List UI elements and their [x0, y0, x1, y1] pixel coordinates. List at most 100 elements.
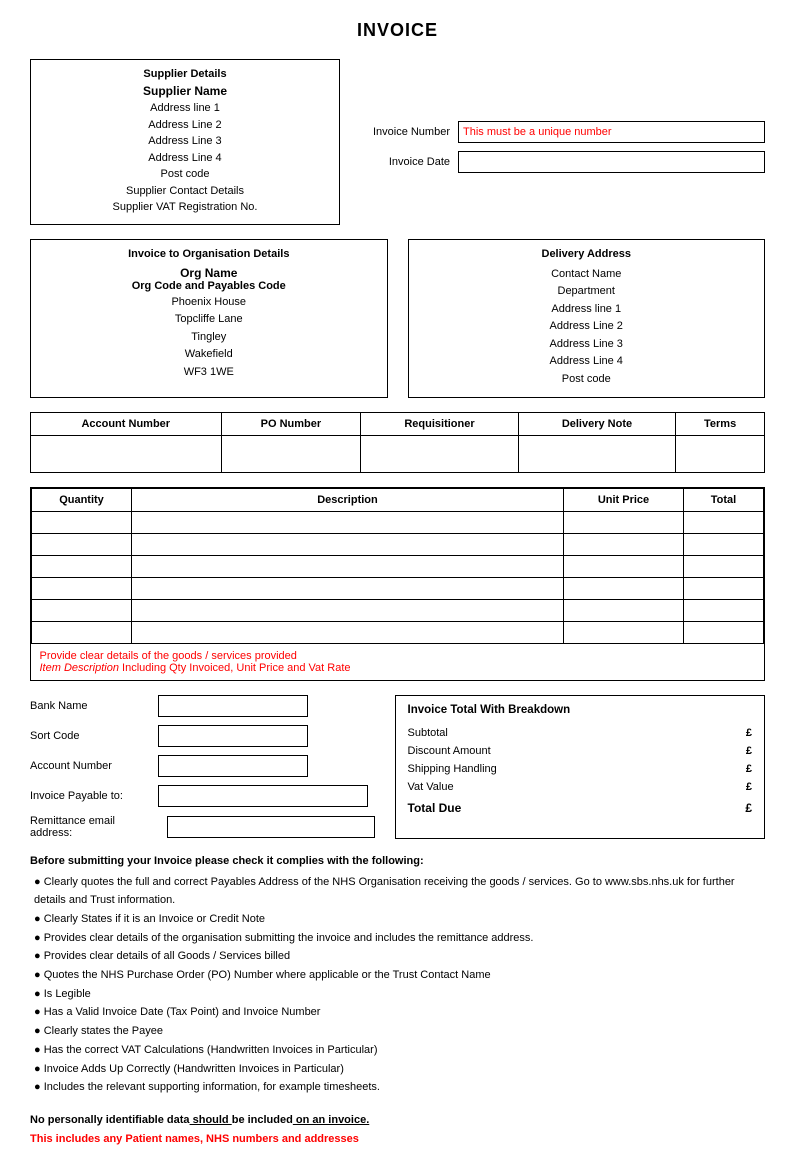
items-cell-desc-1[interactable] [132, 511, 564, 533]
items-cell-total-4[interactable] [684, 577, 764, 599]
middle-section: Invoice to Organisation Details Org Name… [30, 239, 765, 398]
items-cell-qty-3[interactable] [32, 555, 132, 577]
account-number-label: Account Number [30, 760, 150, 772]
supplier-vat: Supplier VAT Registration No. [41, 199, 329, 216]
sort-code-label: Sort Code [30, 730, 150, 742]
items-cell-desc-2[interactable] [132, 533, 564, 555]
checklist-item-4: ● Provides clear details of all Goods / … [30, 947, 765, 966]
footer-bold-text: No personally identifiable data [30, 1114, 190, 1126]
supplier-address-line-4: Address Line 4 [41, 150, 329, 167]
org-addr-3: Tingley [41, 329, 377, 347]
subtotal-row: Subtotal £ [408, 724, 753, 742]
checklist-item-9: ● Has the correct VAT Calculations (Hand… [30, 1041, 765, 1060]
checklist-item-1: ● Clearly quotes the full and correct Pa… [30, 873, 765, 910]
org-code: Org Code and Payables Code [41, 280, 377, 292]
org-addr-2: Topcliffe Lane [41, 311, 377, 329]
org-box-title: Invoice to Organisation Details [41, 248, 377, 260]
footer-be-text: be included [232, 1114, 293, 1126]
items-cell-qty-6[interactable] [32, 621, 132, 643]
invoice-date-input[interactable] [458, 151, 765, 173]
items-cell-desc-6[interactable] [132, 621, 564, 643]
delivery-addr-3: Address Line 3 [419, 336, 755, 354]
items-cell-unit-1[interactable] [564, 511, 684, 533]
items-table: Quantity Description Unit Price Total [31, 488, 764, 680]
items-row-1 [32, 511, 764, 533]
bank-name-label: Bank Name [30, 700, 150, 712]
org-postcode: WF3 1WE [41, 364, 377, 382]
cell-requisitioner[interactable] [361, 435, 518, 472]
items-note-rest: Including Qty Invoiced, Unit Price and V… [119, 662, 351, 674]
items-cell-total-1[interactable] [684, 511, 764, 533]
items-cell-desc-3[interactable] [132, 555, 564, 577]
checklist-item-6: ● Is Legible [30, 985, 765, 1004]
supplier-address-line-3: Address Line 3 [41, 133, 329, 150]
items-note-row: Provide clear details of the goods / ser… [32, 643, 764, 680]
shipping-row: Shipping Handling £ [408, 760, 753, 778]
items-row-4 [32, 577, 764, 599]
items-col-unit-price: Unit Price [564, 488, 684, 511]
checklist-item-7: ● Has a Valid Invoice Date (Tax Point) a… [30, 1003, 765, 1022]
bank-name-input[interactable] [158, 695, 308, 717]
items-cell-qty-2[interactable] [32, 533, 132, 555]
items-cell-qty-5[interactable] [32, 599, 132, 621]
invoice-date-row: Invoice Date [360, 151, 765, 173]
cell-account-number[interactable] [31, 435, 222, 472]
items-row-6 [32, 621, 764, 643]
sort-code-row: Sort Code [30, 725, 375, 747]
checklist-item-11: ● Includes the relevant supporting infor… [30, 1078, 765, 1097]
remittance-row: Remittance email address: [30, 815, 375, 839]
items-col-total: Total [684, 488, 764, 511]
supplier-box-title: Supplier Details [41, 68, 329, 80]
cell-delivery-note[interactable] [518, 435, 675, 472]
items-cell-unit-4[interactable] [564, 577, 684, 599]
footer-should-text: should [190, 1114, 232, 1126]
org-addr-1: Phoenix House [41, 294, 377, 312]
payable-label: Invoice Payable to: [30, 790, 150, 802]
items-note-black: Item Description [40, 662, 119, 674]
cell-po-number[interactable] [221, 435, 361, 472]
footer-on-text: on an invoice. [293, 1114, 369, 1126]
checklist-item-2: ● Clearly States if it is an Invoice or … [30, 910, 765, 929]
footer-line-1: No personally identifiable data should b… [30, 1111, 765, 1130]
items-row-2 [32, 533, 764, 555]
items-cell-total-2[interactable] [684, 533, 764, 555]
cell-terms[interactable] [676, 435, 765, 472]
items-cell-total-5[interactable] [684, 599, 764, 621]
checklist-item-8: ● Clearly states the Payee [30, 1022, 765, 1041]
items-cell-unit-6[interactable] [564, 621, 684, 643]
items-cell-desc-5[interactable] [132, 599, 564, 621]
delivery-box-title: Delivery Address [419, 248, 755, 260]
col-requisitioner: Requisitioner [361, 412, 518, 435]
items-cell-unit-2[interactable] [564, 533, 684, 555]
invoice-number-row: Invoice Number This must be a unique num… [360, 121, 765, 143]
items-wrapper: Quantity Description Unit Price Total [30, 487, 765, 681]
bottom-section: Bank Name Sort Code Account Number Invoi… [30, 695, 765, 839]
account-number-input[interactable] [158, 755, 308, 777]
shipping-label: Shipping Handling [408, 763, 733, 775]
items-cell-qty-1[interactable] [32, 511, 132, 533]
org-details-box: Invoice to Organisation Details Org Name… [30, 239, 388, 398]
col-delivery-note: Delivery Note [518, 412, 675, 435]
vat-label: Vat Value [408, 781, 733, 793]
remittance-input[interactable] [167, 816, 375, 838]
delivery-postcode: Post code [419, 371, 755, 389]
footer-red-line: This includes any Patient names, NHS num… [30, 1130, 765, 1149]
checklist-section: Before submitting your Invoice please ch… [30, 855, 765, 1097]
supplier-name: Supplier Name [41, 84, 329, 98]
items-cell-total-3[interactable] [684, 555, 764, 577]
items-cell-desc-4[interactable] [132, 577, 564, 599]
items-cell-total-6[interactable] [684, 621, 764, 643]
invoice-number-input[interactable]: This must be a unique number [458, 121, 765, 143]
account-table: Account Number PO Number Requisitioner D… [30, 412, 765, 473]
supplier-postcode: Post code [41, 166, 329, 183]
sort-code-input[interactable] [158, 725, 308, 747]
subtotal-pound: £ [732, 727, 752, 739]
org-addr-4: Wakefield [41, 346, 377, 364]
payable-input[interactable] [158, 785, 368, 807]
items-cell-unit-5[interactable] [564, 599, 684, 621]
vat-pound: £ [732, 781, 752, 793]
items-cell-unit-3[interactable] [564, 555, 684, 577]
items-cell-qty-4[interactable] [32, 577, 132, 599]
footer-notice: No personally identifiable data should b… [30, 1111, 765, 1148]
totals-section: Invoice Total With Breakdown Subtotal £ … [395, 695, 766, 839]
